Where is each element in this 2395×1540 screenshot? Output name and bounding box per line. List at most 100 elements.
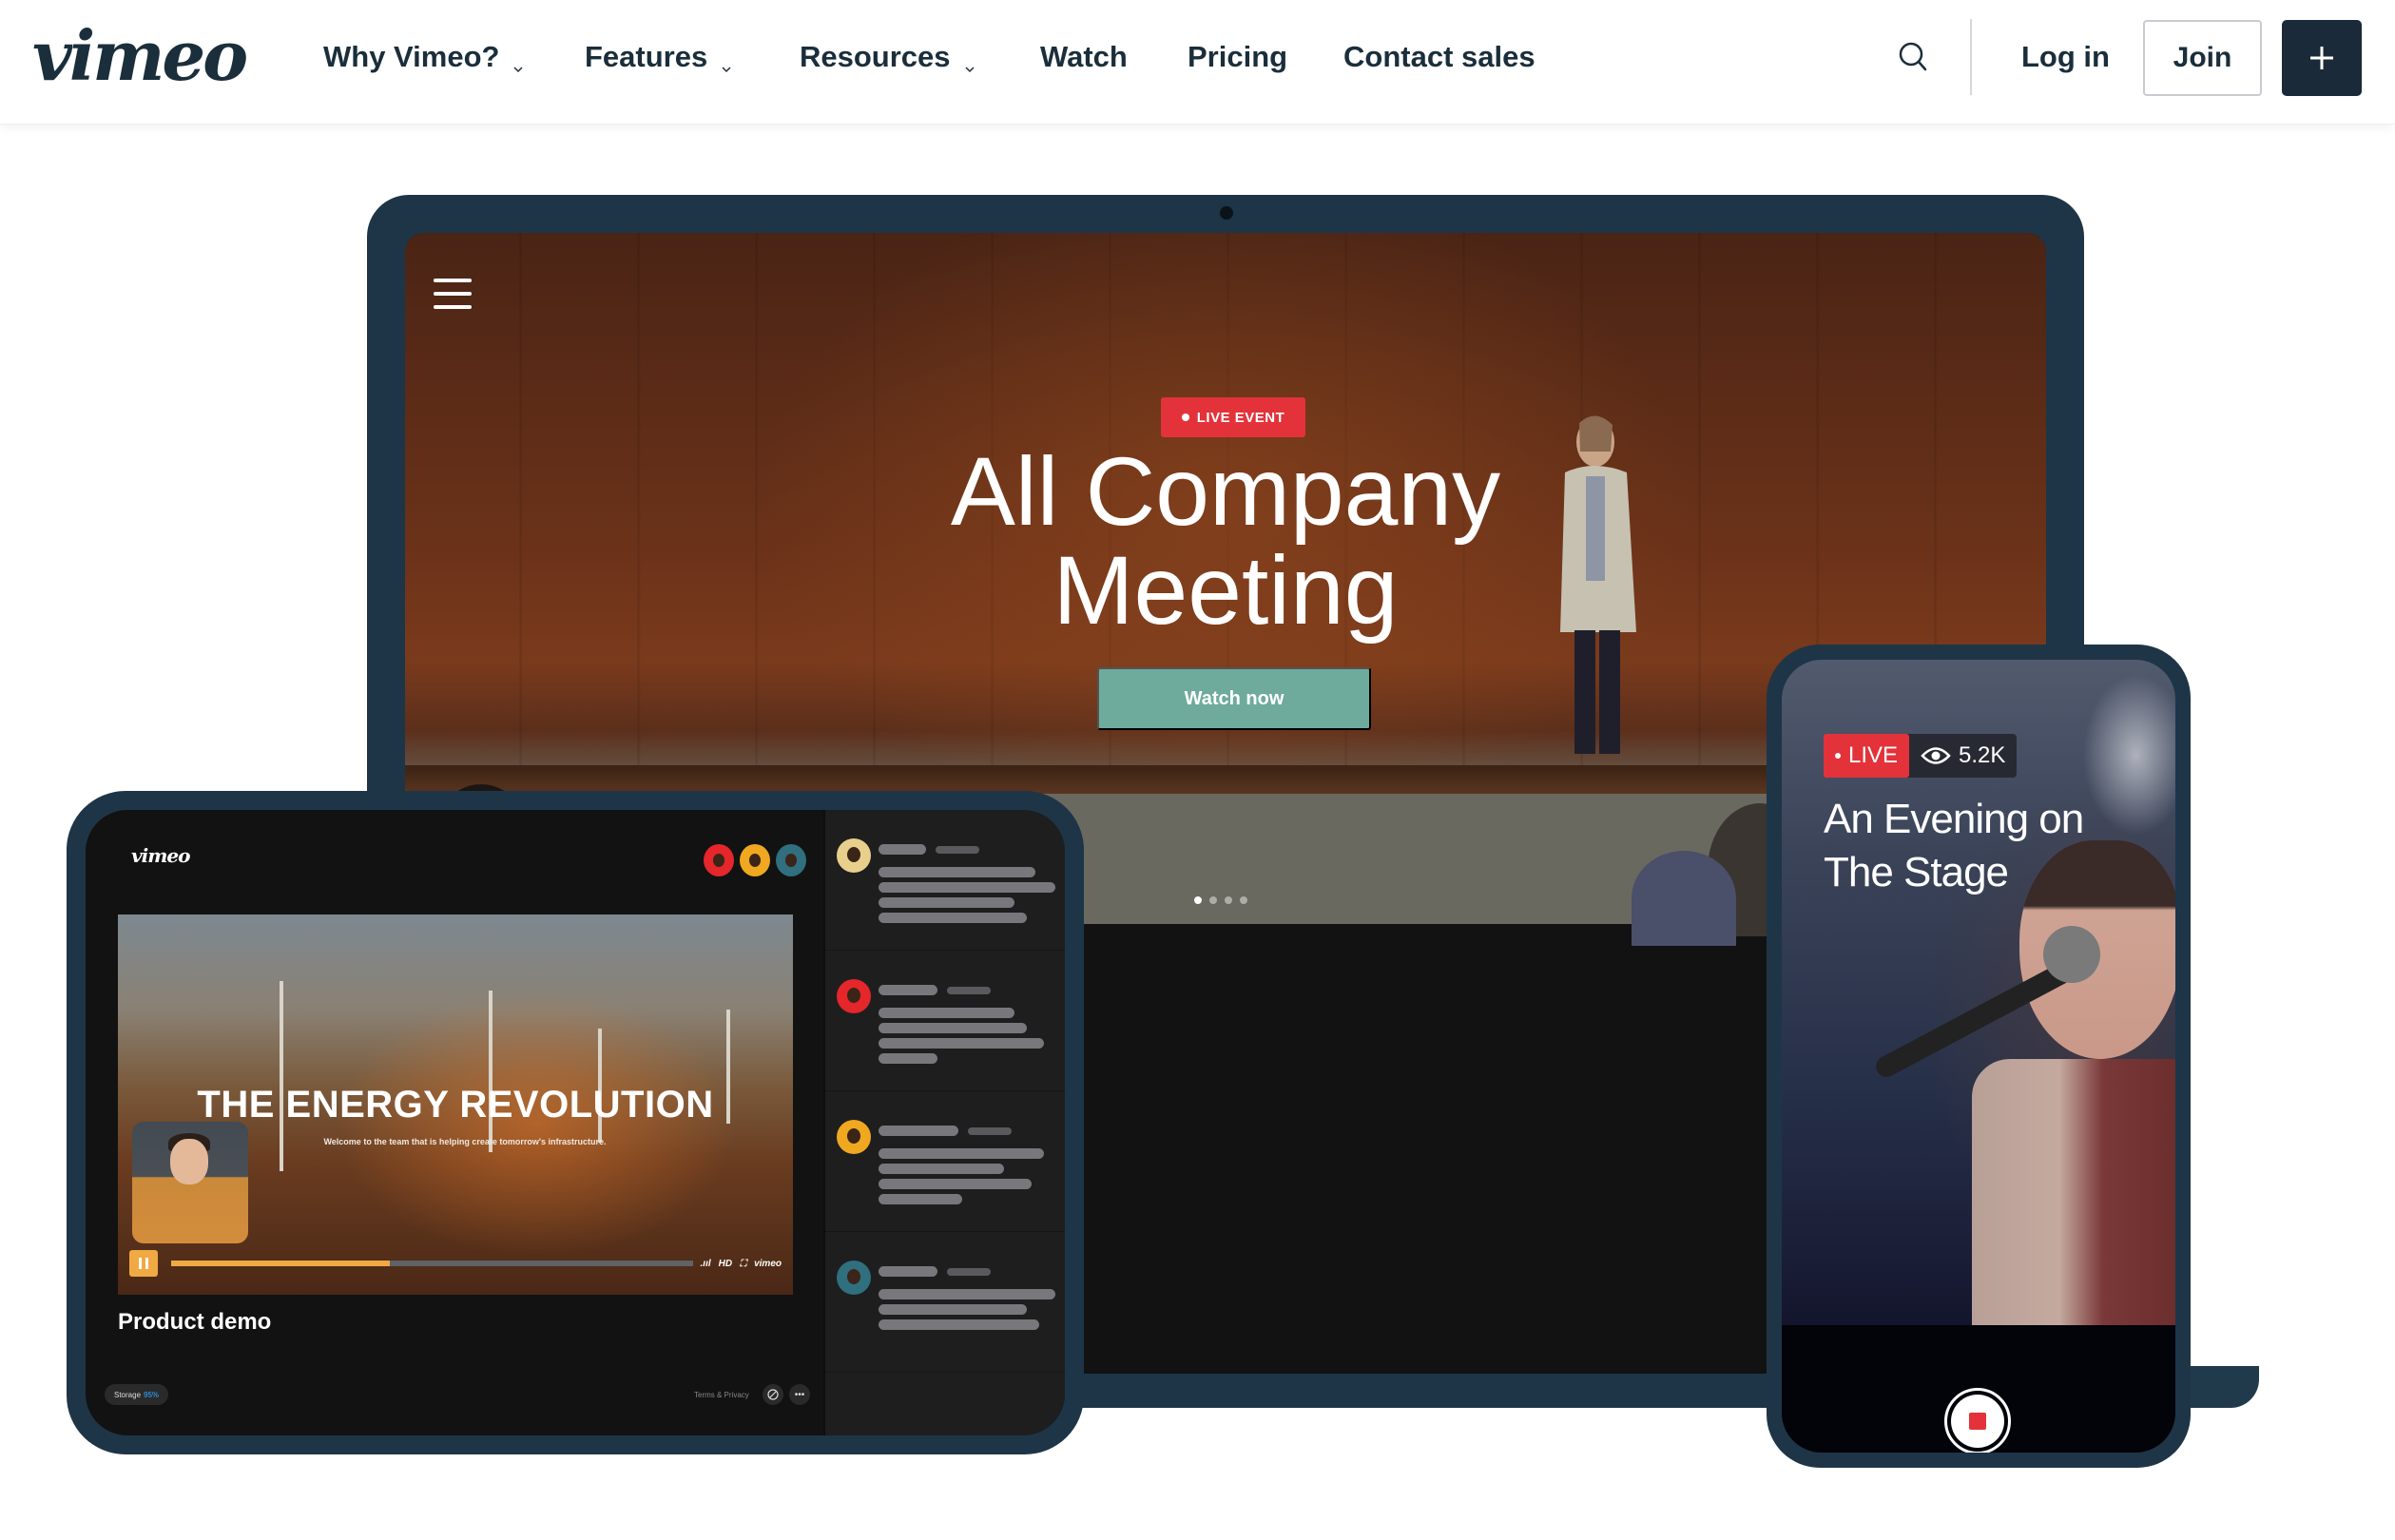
progress-bar[interactable] (171, 1261, 693, 1266)
video-player[interactable]: THE ENERGY REVOLUTION Welcome to the tea… (118, 914, 793, 1295)
chat-author-placeholder (879, 1266, 937, 1277)
more-options-button[interactable]: ••• (789, 1384, 810, 1405)
chat-time-placeholder (947, 1268, 991, 1276)
chevron-down-icon (512, 48, 524, 73)
stop-square (1969, 1413, 1986, 1430)
live-label: LIVE (1848, 742, 1899, 768)
chat-text-placeholder (879, 1148, 1044, 1159)
theme-button[interactable] (763, 1384, 783, 1405)
picture-in-picture[interactable] (132, 1122, 248, 1243)
record-stop-icon (1951, 1395, 2004, 1448)
fullscreen-icon[interactable]: ⛶ (740, 1259, 746, 1269)
viewer-count: 5.2K (1909, 734, 2017, 778)
chat-text-placeholder (879, 867, 1035, 877)
login-link[interactable]: Log in (2021, 40, 2110, 74)
record-button[interactable] (1944, 1388, 2011, 1453)
chat-time-placeholder (968, 1127, 1012, 1135)
viewer-avatar[interactable] (704, 844, 734, 876)
live-dot-icon (1835, 753, 1841, 759)
vimeo-player-logo[interactable]: vimeo (754, 1259, 782, 1269)
audience-head (1632, 851, 1736, 946)
chat-message (825, 1091, 1065, 1232)
storage-value: 95% (144, 1390, 160, 1399)
hero-title: All Company Meeting (845, 442, 1606, 640)
search-icon (1899, 42, 1927, 71)
plus-icon (2310, 47, 2333, 69)
viewer-avatar[interactable] (776, 844, 806, 876)
vimeo-logo[interactable]: vimeo (32, 13, 248, 99)
chat-text-placeholder (879, 1053, 937, 1064)
terms-privacy-link[interactable]: Terms & Privacy (694, 1391, 749, 1399)
hamburger-icon-line (434, 305, 472, 309)
carousel-dot[interactable] (1194, 896, 1202, 904)
viewer-avatars (704, 844, 806, 876)
viewer-count-value: 5.2K (1959, 742, 2006, 768)
pause-icon-bar (145, 1258, 148, 1269)
hero-title-line2: Meeting (1053, 536, 1399, 645)
carousel-dot[interactable] (1225, 896, 1232, 904)
nav-watch[interactable]: Watch (1040, 40, 1128, 74)
webcam (1220, 206, 1233, 220)
nav-pricing[interactable]: Pricing (1188, 40, 1287, 74)
nav-contact-sales-label: Contact sales (1343, 40, 1536, 73)
nav-features[interactable]: Features (585, 40, 732, 74)
live-dot-icon (1181, 414, 1189, 421)
nav-resources-label: Resources (800, 40, 951, 73)
chat-text-placeholder (879, 1164, 1004, 1174)
join-button[interactable]: Join (2143, 20, 2262, 96)
carousel-dot[interactable] (1209, 896, 1217, 904)
tablet-vimeo-logo: vimeo (131, 844, 190, 867)
player-controls: .ııl HD ⛶ vimeo (129, 1249, 782, 1278)
nav-pricing-label: Pricing (1188, 40, 1288, 73)
chat-avatar (837, 838, 871, 873)
chat-author-placeholder (879, 985, 937, 995)
chat-text-placeholder (879, 913, 1027, 923)
live-event-label: LIVE EVENT (1196, 409, 1285, 426)
chat-message (825, 1232, 1065, 1373)
chat-text-placeholder (879, 1319, 1039, 1330)
progress-fill (171, 1261, 391, 1266)
video-caption: Product demo (118, 1309, 272, 1335)
viewer-avatar[interactable] (740, 844, 770, 876)
carousel-dot[interactable] (1240, 896, 1247, 904)
chat-author-placeholder (879, 1126, 958, 1136)
hamburger-icon-line (434, 292, 472, 296)
nav-features-label: Features (585, 40, 708, 73)
tablet-screen: vimeo THE ENERGY REVOLUTION Welcome to t… (86, 810, 1065, 1435)
phone-mockup: LIVE 5.2K An Evening on The Stage (1767, 645, 2191, 1468)
tablet-mockup: vimeo THE ENERGY REVOLUTION Welcome to t… (67, 791, 1084, 1454)
eye-icon (1921, 747, 1951, 764)
search-button[interactable] (1895, 38, 1933, 76)
storage-label: Storage (114, 1390, 142, 1399)
chat-message (825, 951, 1065, 1091)
chat-message (825, 810, 1065, 951)
live-status: LIVE 5.2K (1824, 734, 2018, 778)
chat-text-placeholder (879, 1304, 1027, 1315)
nav-contact-sales[interactable]: Contact sales (1343, 40, 1536, 74)
nav-why-vimeo[interactable]: Why Vimeo? (323, 40, 524, 74)
watch-now-button[interactable]: Watch now (1097, 667, 1371, 730)
video-overlay-title: THE ENERGY REVOLUTION (197, 1084, 714, 1126)
hd-toggle[interactable]: HD (719, 1259, 732, 1269)
volume-icon[interactable]: .ııl (701, 1259, 711, 1269)
nav-divider (1970, 19, 1972, 95)
live-badge: LIVE (1824, 734, 1910, 778)
chevron-down-icon (721, 48, 732, 73)
phone-screen: LIVE 5.2K An Evening on The Stage (1782, 660, 2175, 1453)
chat-avatar (837, 979, 871, 1013)
chat-text-placeholder (879, 1289, 1055, 1299)
chat-text-placeholder (879, 1023, 1027, 1033)
storage-indicator[interactable]: Storage 95% (105, 1384, 169, 1405)
chat-text-placeholder (879, 882, 1055, 893)
presenter-face (170, 1139, 208, 1184)
pause-button[interactable] (129, 1250, 158, 1277)
chat-text-placeholder (879, 897, 1014, 908)
player-control-icons: .ııl HD ⛶ vimeo (701, 1259, 782, 1269)
carousel-dots (1194, 896, 1247, 904)
wind-turbine (489, 991, 493, 1152)
live-event-badge: LIVE EVENT (1161, 397, 1305, 437)
chevron-down-icon (964, 48, 975, 73)
menu-button[interactable] (434, 279, 473, 311)
nav-resources[interactable]: Resources (800, 40, 975, 74)
create-button[interactable] (2282, 20, 2362, 96)
